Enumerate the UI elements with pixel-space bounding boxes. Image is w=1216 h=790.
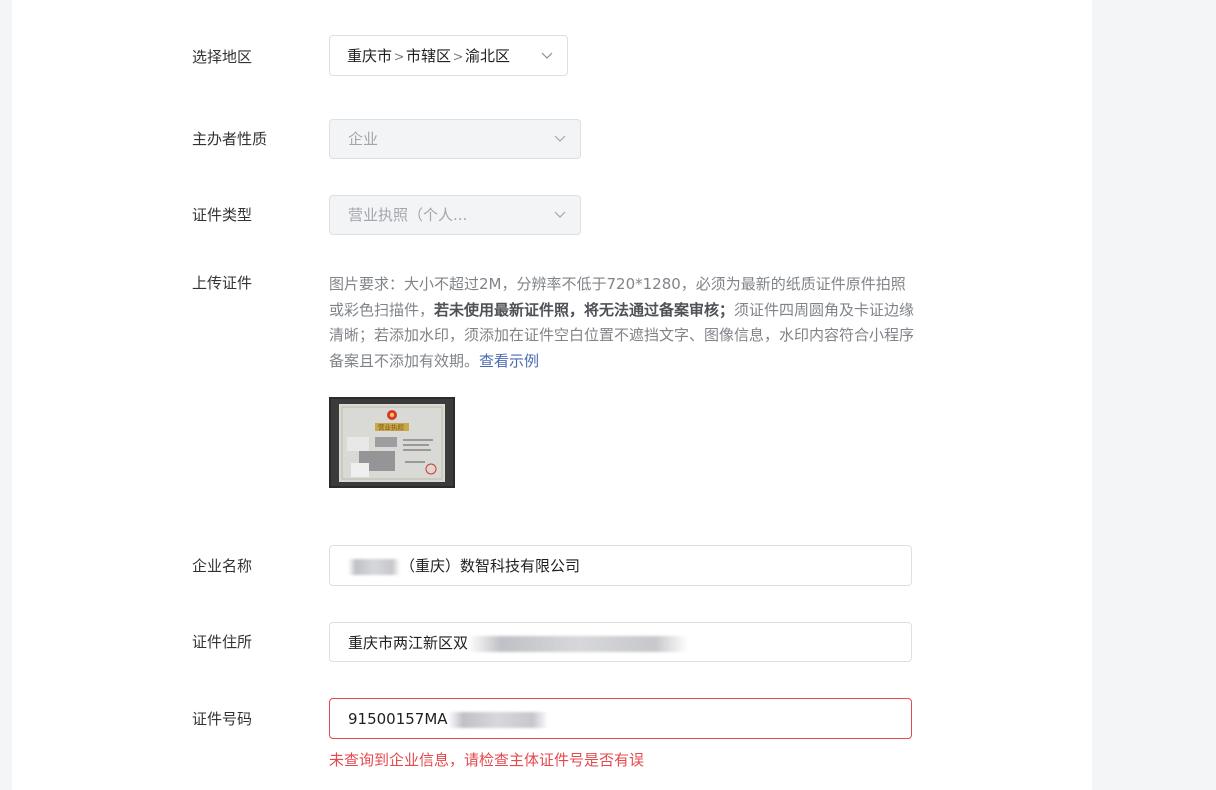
view-example-link[interactable]: 查看示例: [479, 352, 539, 370]
chevron-down-icon: [541, 52, 553, 59]
region-selector[interactable]: 重庆市 > 市辖区 > 渝北区: [329, 35, 568, 76]
cert-number-input[interactable]: 91500157MA: [329, 698, 912, 739]
thumbnail-title: 营业执照: [378, 423, 405, 432]
region-province: 重庆市: [347, 47, 393, 65]
company-name-input[interactable]: （重庆）数智科技有限公司: [329, 545, 912, 586]
redacted-text: [348, 558, 400, 575]
region-district: 渝北区: [465, 47, 511, 65]
organizer-type-value: 企业: [348, 130, 379, 148]
redacted-text: [468, 635, 689, 652]
region-label: 选择地区: [192, 48, 253, 66]
upload-requirements: 图片要求：大小不超过2M，分辨率不低于720*1280，必须为最新的纸质证件原件…: [329, 272, 919, 374]
uploaded-certificate-thumbnail[interactable]: 营业执照: [329, 397, 455, 488]
company-name-label: 企业名称: [192, 557, 253, 575]
organizer-type-select[interactable]: 企业: [329, 119, 581, 159]
chevron-right-icon: >: [393, 50, 405, 65]
certificate-type-value: 营业执照（个人...: [348, 206, 468, 224]
cert-number-label: 证件号码: [192, 710, 253, 728]
certificate-image: 营业执照: [331, 399, 453, 486]
certificate-type-select[interactable]: 营业执照（个人...: [329, 195, 581, 235]
company-name-value: （重庆）数智科技有限公司: [348, 556, 580, 576]
address-label: 证件住所: [192, 633, 253, 651]
chevron-right-icon: >: [452, 50, 464, 65]
cert-number-value: 91500157MA: [348, 709, 548, 729]
cert-number-error: 未查询到企业信息，请检查主体证件号是否有误: [329, 751, 645, 769]
upload-desc-warning: 若未使用最新证件照，将无法通过备案审核；: [434, 300, 735, 319]
certificate-type-label: 证件类型: [192, 206, 253, 224]
organizer-type-label: 主办者性质: [192, 130, 268, 148]
chevron-down-icon: [554, 135, 566, 142]
region-city: 市辖区: [406, 47, 452, 65]
address-input[interactable]: 重庆市两江新区双: [329, 622, 912, 662]
chevron-down-icon: [554, 211, 566, 218]
upload-label: 上传证件: [192, 274, 253, 292]
region-path: 重庆市 > 市辖区 > 渝北区: [347, 46, 510, 68]
redacted-text: [447, 711, 548, 728]
address-value: 重庆市两江新区双: [348, 633, 689, 653]
